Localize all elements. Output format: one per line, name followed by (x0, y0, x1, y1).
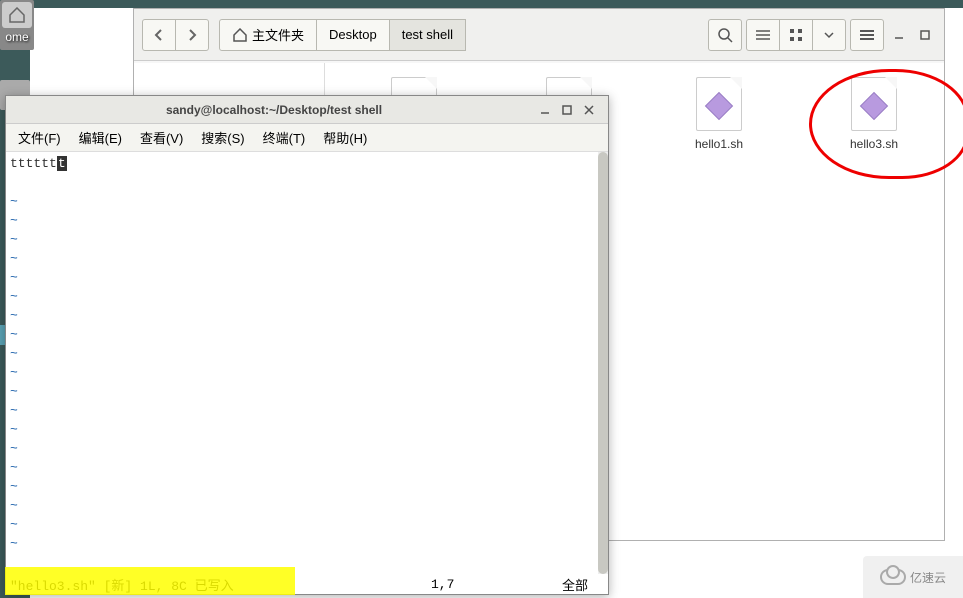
vim-tilde: ~ (10, 496, 594, 515)
minimize-icon (894, 30, 904, 40)
crumb-current-label: test shell (402, 27, 453, 42)
term-maximize-button[interactable] (556, 100, 578, 120)
vim-status-right: 全部 (562, 575, 588, 594)
file-item-hello1[interactable]: hello1.sh (669, 77, 769, 151)
view-buttons (746, 19, 846, 51)
vim-content-line: ttttttt (10, 154, 594, 173)
vim-tilde: ~ (10, 439, 594, 458)
terminal-menubar: 文件(F) 编辑(E) 查看(V) 搜索(S) 终端(T) 帮助(H) (6, 124, 608, 152)
crumb-desktop-label: Desktop (329, 27, 377, 42)
menu-search[interactable]: 搜索(S) (193, 124, 252, 151)
vim-tilde: ~ (10, 325, 594, 344)
list-icon (756, 29, 770, 41)
nav-back-button[interactable] (142, 19, 176, 51)
chevron-right-icon (187, 28, 197, 42)
watermark-text: 亿速云 (910, 569, 946, 586)
home-label: ome (0, 30, 34, 44)
terminal-body[interactable]: ttttttt ~ ~ ~ ~ ~ ~ ~ ~ ~ ~ ~ ~ ~ ~ ~ ~ … (6, 152, 598, 574)
crumb-desktop[interactable]: Desktop (316, 19, 390, 51)
fm-toolbar: 主文件夹 Desktop test shell (134, 9, 944, 61)
hamburger-icon (860, 29, 874, 41)
vim-empty (10, 173, 594, 192)
vim-status-line: "hello3.sh" [新] 1L, 8C 已写入 1,7 全部 (6, 574, 608, 594)
terminal-title: sandy@localhost:~/Desktop/test shell (14, 103, 534, 117)
menu-view[interactable]: 查看(V) (132, 124, 191, 151)
vim-tilde: ~ (10, 534, 594, 553)
close-icon (584, 105, 594, 115)
vim-tilde: ~ (10, 268, 594, 287)
grid-icon (789, 28, 803, 42)
vim-tilde: ~ (10, 515, 594, 534)
menu-help[interactable]: 帮助(H) (315, 124, 375, 151)
file-label: hello3.sh (824, 137, 924, 151)
terminal-titlebar[interactable]: sandy@localhost:~/Desktop/test shell (6, 96, 608, 124)
cloud-icon (880, 569, 906, 585)
vim-cursor-pos: 1,7 (431, 577, 454, 592)
crumb-current[interactable]: test shell (389, 19, 466, 51)
scrollbar-thumb[interactable] (598, 152, 608, 574)
vim-tilde: ~ (10, 344, 594, 363)
terminal-scrollbar[interactable] (598, 152, 608, 574)
vim-tilde: ~ (10, 382, 594, 401)
watermark: 亿速云 (863, 556, 963, 598)
vim-tilde: ~ (10, 287, 594, 306)
script-file-icon (696, 77, 742, 131)
file-item-hello3[interactable]: hello3.sh (824, 77, 924, 151)
nav-buttons (142, 19, 209, 51)
breadcrumb: 主文件夹 Desktop test shell (219, 19, 466, 51)
vim-tilde: ~ (10, 230, 594, 249)
search-icon (717, 27, 733, 43)
vim-tilde: ~ (10, 401, 594, 420)
vim-tilde: ~ (10, 420, 594, 439)
vim-cursor: t (57, 156, 67, 171)
minimize-icon (540, 105, 550, 115)
crumb-home[interactable]: 主文件夹 (219, 19, 317, 51)
maximize-icon (562, 105, 572, 115)
home-icon (232, 28, 248, 42)
script-file-icon (851, 77, 897, 131)
home-icon (2, 2, 32, 28)
list-view-button[interactable] (746, 19, 780, 51)
vim-tilde: ~ (10, 363, 594, 382)
vim-tilde: ~ (10, 192, 594, 211)
maximize-icon (920, 30, 930, 40)
nav-forward-button[interactable] (175, 19, 209, 51)
terminal-window: sandy@localhost:~/Desktop/test shell 文件(… (5, 95, 609, 595)
menu-terminal[interactable]: 终端(T) (255, 124, 314, 151)
crumb-home-label: 主文件夹 (252, 25, 304, 44)
vim-tilde: ~ (10, 477, 594, 496)
menu-edit[interactable]: 编辑(E) (71, 124, 130, 151)
grid-view-button[interactable] (779, 19, 813, 51)
vim-tilde: ~ (10, 458, 594, 477)
view-dropdown-button[interactable] (812, 19, 846, 51)
term-minimize-button[interactable] (534, 100, 556, 120)
term-close-button[interactable] (578, 100, 600, 120)
desktop-home-shortcut[interactable]: ome (0, 0, 34, 50)
fm-maximize-button[interactable] (914, 25, 936, 45)
vim-tilde: ~ (10, 249, 594, 268)
fm-minimize-button[interactable] (888, 25, 910, 45)
hamburger-button[interactable] (850, 19, 884, 51)
vim-tilde: ~ (10, 306, 594, 325)
menu-file[interactable]: 文件(F) (10, 124, 69, 151)
vim-status-message: "hello3.sh" [新] 1L, 8C 已写入 (10, 575, 234, 594)
file-label: hello1.sh (669, 137, 769, 151)
search-button[interactable] (708, 19, 742, 51)
chevron-down-icon (823, 31, 835, 39)
vim-tilde: ~ (10, 211, 594, 230)
chevron-left-icon (154, 28, 164, 42)
desktop-background (0, 0, 963, 8)
